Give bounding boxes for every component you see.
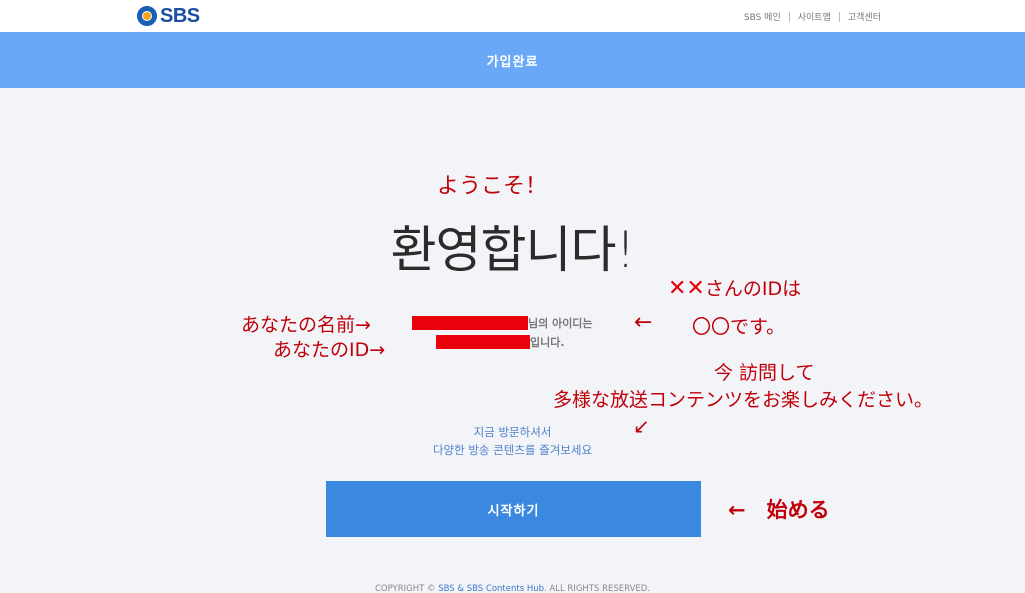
nav-customer-center[interactable]: 고객센터	[840, 10, 889, 23]
annotation-xx-marks-icon: ✕✕	[668, 276, 705, 301]
username-suffix: 님의 아이디는	[528, 317, 593, 330]
annotation-arrow-left-icon: ←	[634, 310, 653, 335]
copyright-prefix: COPYRIGHT ©	[374, 584, 439, 593]
annotation-welcome: ようこそ！	[437, 174, 548, 199]
userid-suffix: 입니다.	[530, 336, 565, 349]
utility-nav: SBS 메인 사이트맵 고객센터	[736, 10, 889, 23]
annotation-id-label: あなたのID→	[273, 339, 386, 361]
annotation-id-explain: ✕✕さんのIDは	[668, 274, 801, 301]
page-title: 가입완료	[486, 54, 539, 70]
signup-complete-banner: 가입완료	[0, 32, 1025, 88]
visit-message-line2: 다양한 방송 콘텐츠를 즐겨보세요	[432, 443, 593, 457]
username-line: 님의 아이디는	[412, 314, 593, 332]
redacted-userid	[436, 335, 530, 349]
visit-message: 지금 방문하셔서 다양한 방송 콘텐츠를 즐겨보세요	[0, 423, 1025, 459]
sbs-logo[interactable]: SBS	[137, 4, 200, 28]
annotation-visit-2: 多様な放送コンテンツをお楽しみください。	[553, 389, 934, 411]
userid-line: 입니다.	[436, 333, 565, 351]
sbs-logo-text: SBS	[160, 4, 200, 27]
sbs-logo-icon	[137, 6, 157, 26]
annotation-start: ← 始める	[728, 498, 830, 522]
annotation-diagonal-arrow-icon: ↙	[633, 414, 650, 438]
nav-sitemap[interactable]: 사이트맵	[790, 10, 839, 23]
copyright-link[interactable]: SBS & SBS Contents Hub	[438, 584, 544, 593]
visit-message-line1: 지금 방문하셔서	[473, 425, 552, 439]
annotation-visit-1: 今 訪問して	[714, 362, 815, 384]
annotation-name-label: あなたの名前→	[241, 314, 371, 336]
annotation-id-explain-text: さんのIDは	[704, 278, 802, 300]
redacted-username	[412, 316, 528, 330]
welcome-heading: 환영합니다!	[390, 221, 635, 279]
start-button[interactable]: 시작하기	[326, 481, 701, 537]
annotation-id-explain-2: 〇〇です。	[692, 316, 786, 338]
top-bar: SBS SBS 메인 사이트맵 고객센터	[0, 0, 1025, 32]
copyright-footer: COPYRIGHT © SBS & SBS Contents Hub. ALL …	[0, 584, 1025, 593]
copyright-suffix: . ALL RIGHTS RESERVED.	[544, 584, 651, 593]
nav-sbs-main[interactable]: SBS 메인	[736, 10, 789, 23]
